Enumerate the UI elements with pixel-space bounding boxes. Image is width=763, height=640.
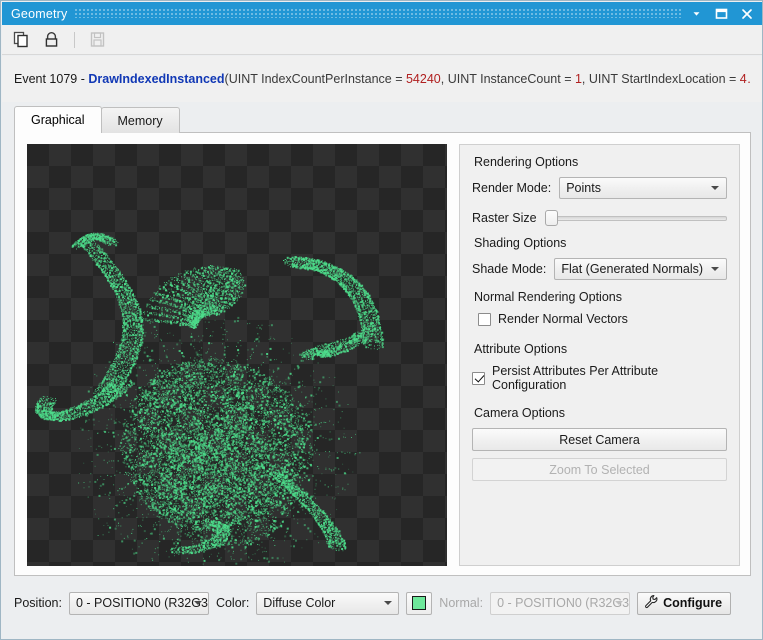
chevron-down-icon [615, 601, 624, 605]
rendering-options-heading: Rendering Options [474, 155, 579, 169]
chevron-down-icon[interactable] [689, 6, 704, 21]
tab-strip: Graphical Memory [14, 106, 751, 133]
chevron-down-icon [193, 601, 202, 605]
raster-size-label: Raster Size [472, 211, 537, 225]
title-bar: Geometry [2, 2, 762, 25]
toolbar [2, 25, 762, 55]
save-icon[interactable] [87, 29, 108, 50]
point-cloud [34, 232, 385, 565]
event-bar: Event 1079 - DrawIndexedInstanced(UINT I… [2, 56, 762, 102]
graphical-tab-panel: Rendering Options Render Mode: Points Ra… [14, 132, 751, 576]
render-normal-vectors-row[interactable]: Render Normal Vectors [478, 312, 727, 326]
chevron-down-icon [711, 267, 719, 271]
slider-handle[interactable] [544, 210, 558, 226]
reset-camera-label: Reset Camera [559, 432, 640, 447]
geometry-window: Geometry Event 1079 - DrawIndexedInstanc… [0, 0, 763, 640]
close-icon[interactable] [739, 6, 754, 21]
normal-dropdown[interactable]: 0 - POSITION0 (R32G3 [490, 591, 631, 615]
camera-options-heading: Camera Options [474, 406, 566, 420]
window-controls [689, 6, 759, 21]
event-arg-0-text: UINT IndexCountPerInstance = [228, 72, 406, 86]
normal-value: 0 - POSITION0 (R32G3 [497, 596, 630, 610]
persist-attributes-label: Persist Attributes Per Attribute Configu… [492, 364, 659, 392]
persist-attributes-row[interactable]: Persist Attributes Per Attribute Configu… [472, 364, 727, 392]
chevron-down-icon [384, 601, 393, 605]
lock-icon[interactable] [41, 29, 62, 50]
event-function-name: DrawIndexedInstanced [88, 72, 225, 86]
title-bar-grip[interactable] [75, 9, 681, 18]
toolbar-separator [74, 31, 75, 48]
event-arg-2-value: 4 [739, 72, 747, 86]
render-mode-value: Points [566, 181, 601, 195]
raster-size-slider[interactable] [544, 209, 727, 227]
persist-attributes-checkbox[interactable] [472, 371, 485, 385]
copy-icon[interactable] [11, 29, 32, 50]
attribute-bar: Position: 0 - POSITION0 (R32G3 Color: Di… [14, 589, 751, 617]
event-description: Event 1079 - DrawIndexedInstanced(UINT I… [14, 72, 751, 86]
tab-memory-label: Memory [117, 113, 163, 128]
zoom-to-selected-label: Zoom To Selected [549, 462, 650, 477]
event-arg-1-text: UINT InstanceCount = [447, 72, 575, 86]
raster-size-row: Raster Size [472, 209, 727, 227]
position-value: 0 - POSITION0 (R32G3 [75, 596, 208, 610]
render-normal-vectors-checkbox[interactable] [478, 312, 491, 326]
shade-mode-dropdown[interactable]: Flat (Generated Normals) [554, 258, 727, 280]
tab-graphical-label: Graphical [31, 113, 85, 127]
event-prefix: Event 1079 - [14, 72, 89, 86]
shade-mode-row: Shade Mode: Flat (Generated Normals) [472, 258, 727, 280]
color-swatch-button[interactable] [406, 591, 433, 615]
zoom-to-selected-button[interactable]: Zoom To Selected [472, 458, 727, 481]
color-value: Diffuse Color [263, 596, 336, 610]
chevron-down-icon [711, 186, 719, 190]
tab-memory[interactable]: Memory [100, 107, 180, 133]
render-mode-label: Render Mode: [472, 181, 552, 195]
configure-button[interactable]: Configure [637, 591, 732, 615]
event-truncation-ellipsis: … [747, 72, 751, 86]
position-dropdown[interactable]: 0 - POSITION0 (R32G3 [68, 591, 209, 615]
color-swatch [412, 596, 427, 610]
attribute-options-heading: Attribute Options [474, 342, 568, 356]
reset-camera-button[interactable]: Reset Camera [472, 428, 727, 451]
tab-graphical[interactable]: Graphical [14, 106, 102, 133]
render-mode-row: Render Mode: Points [472, 177, 727, 199]
color-label: Color: [215, 596, 250, 610]
options-panel: Rendering Options Render Mode: Points Ra… [459, 144, 740, 566]
maximize-icon[interactable] [714, 6, 729, 21]
slider-track [544, 215, 727, 221]
event-arg-0-value: 54240 [405, 72, 441, 86]
event-arg-2-text: UINT StartIndexLocation = [588, 72, 740, 86]
wrench-icon [644, 594, 659, 612]
render-normal-vectors-label: Render Normal Vectors [498, 312, 628, 326]
normal-label: Normal: [439, 596, 484, 610]
position-label: Position: [14, 596, 62, 610]
window-title: Geometry [11, 6, 68, 21]
configure-label: Configure [663, 596, 723, 610]
geometry-viewport[interactable] [27, 144, 447, 566]
event-arg-0-sep: , [440, 72, 448, 86]
event-arg-1-sep: , [581, 72, 589, 86]
shading-options-heading: Shading Options [474, 236, 567, 250]
event-arg-1-value: 1 [574, 72, 582, 86]
shade-mode-value: Flat (Generated Normals) [561, 262, 704, 276]
color-dropdown[interactable]: Diffuse Color [256, 591, 400, 615]
shade-mode-label: Shade Mode: [472, 262, 547, 276]
normal-rendering-options-heading: Normal Rendering Options [474, 290, 622, 304]
render-mode-dropdown[interactable]: Points [559, 177, 727, 199]
